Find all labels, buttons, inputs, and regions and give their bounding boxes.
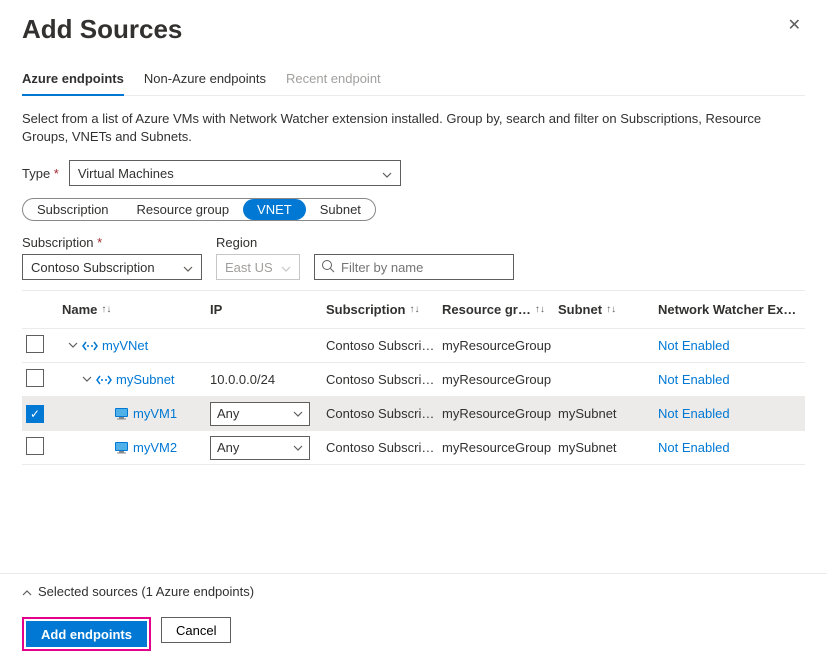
groupby-segmented: Subscription Resource group VNET Subnet — [22, 198, 376, 221]
tabs: Azure endpoints Non-Azure endpoints Rece… — [22, 71, 805, 96]
sort-icon: ↑↓ — [101, 304, 111, 315]
ip-select[interactable]: Any — [210, 402, 310, 426]
table-row[interactable]: ✓ myVM1 Any Contoso Subscri…myResourceGroup… — [22, 397, 805, 431]
network-watcher-link[interactable]: Not Enabled — [658, 406, 808, 421]
tab-azure-endpoints[interactable]: Azure endpoints — [22, 71, 124, 96]
search-icon — [321, 259, 335, 276]
resource-group-text: myResourceGroup — [442, 440, 558, 455]
subscription-text: Contoso Subscri… — [326, 372, 442, 387]
subscription-text: Contoso Subscri… — [326, 338, 442, 353]
ip-select-value: Any — [217, 440, 239, 455]
subnet-text: mySubnet — [558, 440, 658, 455]
ip-select-value: Any — [217, 406, 239, 421]
col-resource-group[interactable]: Resource gr…↑↓ — [442, 302, 558, 317]
page-title: Add Sources — [22, 14, 182, 45]
tab-recent-endpoint: Recent endpoint — [286, 71, 381, 95]
vm-icon — [114, 441, 129, 454]
row-checkbox[interactable] — [26, 335, 44, 353]
resource-group-text: myResourceGroup — [442, 406, 558, 421]
resource-group-text: myResourceGroup — [442, 338, 558, 353]
resource-name-link[interactable]: myVM1 — [133, 406, 177, 421]
subscription-filter-label: Subscription — [22, 235, 202, 250]
selected-summary-toggle[interactable]: Selected sources (1 Azure endpoints) — [0, 574, 827, 609]
tab-non-azure-endpoints[interactable]: Non-Azure endpoints — [144, 71, 266, 95]
add-endpoints-button[interactable]: Add endpoints — [26, 621, 147, 647]
resource-name-link[interactable]: mySubnet — [116, 372, 175, 387]
region-filter-value: East US — [225, 260, 273, 275]
row-checkbox[interactable]: ✓ — [26, 405, 44, 423]
type-select-value: Virtual Machines — [78, 166, 174, 181]
ip-select[interactable]: Any — [210, 436, 310, 460]
ip-text: 10.0.0.0/24 — [210, 372, 326, 387]
groupby-resource-group[interactable]: Resource group — [123, 199, 244, 220]
row-checkbox[interactable] — [26, 437, 44, 455]
chevron-down-icon — [281, 260, 291, 275]
subscription-filter-select[interactable]: Contoso Subscription — [22, 254, 202, 280]
table-row[interactable]: mySubnet 10.0.0.0/24Contoso Subscri…myRes… — [22, 363, 805, 397]
col-subscription[interactable]: Subscription↑↓ — [326, 302, 442, 317]
groupby-subscription[interactable]: Subscription — [23, 199, 123, 220]
type-select[interactable]: Virtual Machines — [69, 160, 401, 186]
vm-icon — [114, 407, 129, 420]
col-network-watcher[interactable]: Network Watcher Ex… — [658, 302, 808, 317]
sort-icon: ↑↓ — [409, 304, 419, 315]
vnet-icon — [96, 374, 112, 386]
vnet-icon — [82, 340, 98, 352]
row-checkbox[interactable] — [26, 369, 44, 387]
groupby-vnet[interactable]: VNET — [243, 199, 306, 220]
chevron-down-icon — [183, 260, 193, 275]
table-row[interactable]: myVM2 Any Contoso Subscri…myResourceGroupm… — [22, 431, 805, 465]
col-ip[interactable]: IP — [210, 302, 326, 317]
groupby-subnet[interactable]: Subnet — [306, 199, 375, 220]
chevron-down-icon[interactable] — [68, 340, 78, 351]
selected-summary-text: Selected sources (1 Azure endpoints) — [38, 584, 254, 599]
resource-name-link[interactable]: myVNet — [102, 338, 148, 353]
subnet-text: mySubnet — [558, 406, 658, 421]
cancel-button[interactable]: Cancel — [161, 617, 231, 643]
network-watcher-link[interactable]: Not Enabled — [658, 338, 808, 353]
description-text: Select from a list of Azure VMs with Net… — [22, 110, 805, 146]
region-filter-select: East US — [216, 254, 300, 280]
search-input-wrapper[interactable] — [314, 254, 514, 280]
subscription-text: Contoso Subscri… — [326, 440, 442, 455]
region-filter-label: Region — [216, 235, 300, 250]
chevron-up-icon — [22, 584, 32, 599]
close-icon[interactable]: ✕ — [784, 14, 805, 38]
subscription-text: Contoso Subscri… — [326, 406, 442, 421]
subscription-filter-value: Contoso Subscription — [31, 260, 155, 275]
search-input[interactable] — [335, 259, 507, 276]
sort-icon: ↑↓ — [606, 304, 616, 315]
chevron-down-icon — [382, 166, 392, 181]
resource-name-link[interactable]: myVM2 — [133, 440, 177, 455]
col-subnet[interactable]: Subnet↑↓ — [558, 302, 658, 317]
network-watcher-link[interactable]: Not Enabled — [658, 440, 808, 455]
resources-table: Name↑↓ IP Subscription↑↓ Resource gr…↑↓ … — [22, 290, 805, 465]
type-label: Type — [22, 166, 59, 181]
chevron-down-icon[interactable] — [82, 374, 92, 385]
table-row[interactable]: myVNet Contoso Subscri…myResourceGroup Not… — [22, 329, 805, 363]
sort-icon: ↑↓ — [535, 304, 545, 315]
tutorial-highlight: Add endpoints — [22, 617, 151, 651]
resource-group-text: myResourceGroup — [442, 372, 558, 387]
col-name[interactable]: Name↑↓ — [62, 302, 210, 317]
network-watcher-link[interactable]: Not Enabled — [658, 372, 808, 387]
